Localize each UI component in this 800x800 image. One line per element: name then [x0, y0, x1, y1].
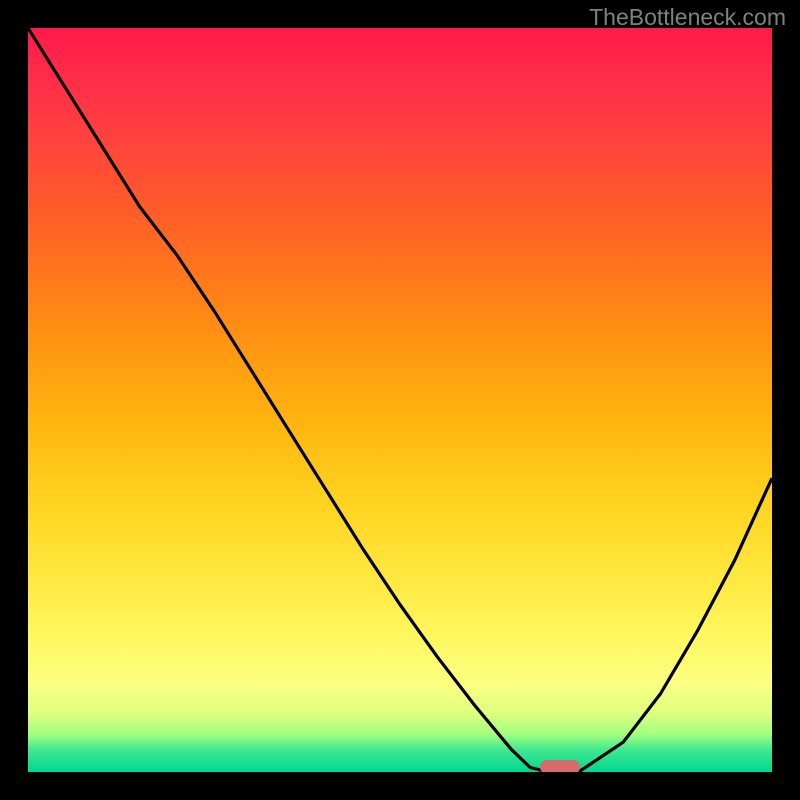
watermark-text: TheBottleneck.com: [589, 4, 786, 31]
bottleneck-curve: [28, 28, 772, 772]
minimum-marker: [540, 760, 580, 772]
plot-area: [28, 28, 772, 772]
chart-container: TheBottleneck.com: [0, 0, 800, 800]
